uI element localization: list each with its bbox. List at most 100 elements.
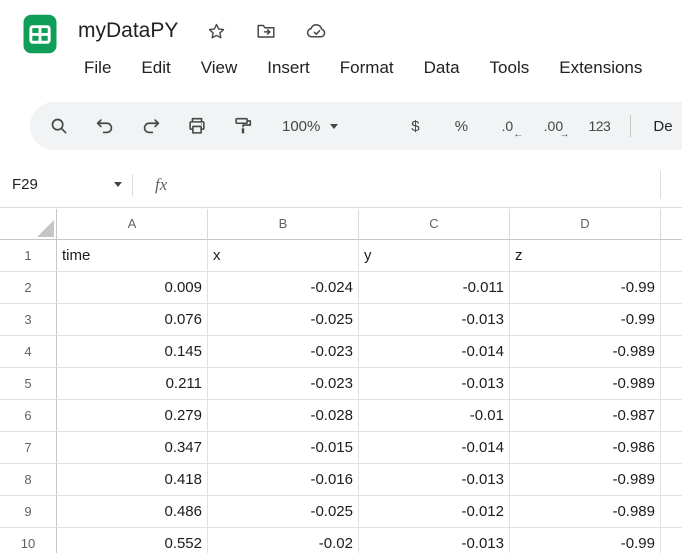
cell-E10[interactable] [661, 528, 682, 553]
cell-C2[interactable]: -0.011 [359, 272, 510, 304]
star-icon[interactable] [204, 19, 228, 43]
sheets-logo-glyph [18, 12, 62, 56]
cell-D3[interactable]: -0.99 [510, 304, 661, 336]
cell-A10[interactable]: 0.552 [57, 528, 208, 553]
cell-C4[interactable]: -0.014 [359, 336, 510, 368]
cell-D2[interactable]: -0.99 [510, 272, 661, 304]
menu-bar: FileEditViewInsertFormatDataToolsExtensi… [69, 52, 657, 84]
cell-B1[interactable]: x [208, 240, 359, 272]
select-all-corner[interactable] [0, 209, 57, 240]
cell-D9[interactable]: -0.989 [510, 496, 661, 528]
cell-A7[interactable]: 0.347 [57, 432, 208, 464]
menu-extensions[interactable]: Extensions [544, 52, 657, 84]
cell-C8[interactable]: -0.013 [359, 464, 510, 496]
percent-format-button[interactable]: % [444, 109, 478, 143]
cell-B6[interactable]: -0.028 [208, 400, 359, 432]
cell-B8[interactable]: -0.016 [208, 464, 359, 496]
column-header-d[interactable]: D [510, 209, 661, 240]
cell-B7[interactable]: -0.015 [208, 432, 359, 464]
menu-insert[interactable]: Insert [252, 52, 325, 84]
zoom-select[interactable]: 100% [272, 109, 348, 143]
row-header-9[interactable]: 9 [0, 496, 57, 528]
currency-format-button[interactable]: $ [398, 109, 432, 143]
cell-D5[interactable]: -0.989 [510, 368, 661, 400]
cell-B9[interactable]: -0.025 [208, 496, 359, 528]
move-to-folder-icon[interactable] [254, 19, 278, 43]
cell-A6[interactable]: 0.279 [57, 400, 208, 432]
cell-E1[interactable] [661, 240, 682, 272]
cell-D1[interactable]: z [510, 240, 661, 272]
cell-E8[interactable] [661, 464, 682, 496]
cell-D7[interactable]: -0.986 [510, 432, 661, 464]
menu-edit[interactable]: Edit [126, 52, 185, 84]
cell-D4[interactable]: -0.989 [510, 336, 661, 368]
menu-tools[interactable]: Tools [475, 52, 545, 84]
print-icon[interactable] [180, 109, 214, 143]
row-header-2[interactable]: 2 [0, 272, 57, 304]
search-icon[interactable] [42, 109, 76, 143]
cell-E2[interactable] [661, 272, 682, 304]
cell-A2[interactable]: 0.009 [57, 272, 208, 304]
formula-input[interactable] [167, 162, 682, 207]
cell-C3[interactable]: -0.013 [359, 304, 510, 336]
cell-B3[interactable]: -0.025 [208, 304, 359, 336]
cell-E9[interactable] [661, 496, 682, 528]
menu-data[interactable]: Data [409, 52, 475, 84]
cell-B4[interactable]: -0.023 [208, 336, 359, 368]
table-row-9: 90.486-0.025-0.012-0.989 [0, 496, 682, 528]
grid-body: 1timexyz20.009-0.024-0.011-0.9930.076-0.… [0, 240, 682, 553]
cell-C9[interactable]: -0.012 [359, 496, 510, 528]
cell-A5[interactable]: 0.211 [57, 368, 208, 400]
cell-E4[interactable] [661, 336, 682, 368]
font-family-select[interactable]: De [645, 118, 680, 135]
cell-E3[interactable] [661, 304, 682, 336]
column-header-c[interactable]: C [359, 209, 510, 240]
menu-file[interactable]: File [69, 52, 126, 84]
row-header-1[interactable]: 1 [0, 240, 57, 272]
sheets-logo-icon[interactable] [16, 10, 64, 58]
undo-icon[interactable] [88, 109, 122, 143]
cell-B10[interactable]: -0.02 [208, 528, 359, 553]
row-header-3[interactable]: 3 [0, 304, 57, 336]
cell-C10[interactable]: -0.013 [359, 528, 510, 553]
cell-A9[interactable]: 0.486 [57, 496, 208, 528]
decrease-decimal-button[interactable]: .0 ← [490, 109, 524, 143]
cell-D6[interactable]: -0.987 [510, 400, 661, 432]
increase-decimal-button[interactable]: .00 → [536, 109, 570, 143]
column-header-a[interactable]: A [57, 209, 208, 240]
row-header-5[interactable]: 5 [0, 368, 57, 400]
row-header-7[interactable]: 7 [0, 432, 57, 464]
cell-C1[interactable]: y [359, 240, 510, 272]
cell-C5[interactable]: -0.013 [359, 368, 510, 400]
cell-A3[interactable]: 0.076 [57, 304, 208, 336]
number-format-button[interactable]: 123 [582, 109, 616, 143]
row-header-4[interactable]: 4 [0, 336, 57, 368]
cell-B2[interactable]: -0.024 [208, 272, 359, 304]
cell-C6[interactable]: -0.01 [359, 400, 510, 432]
cell-C7[interactable]: -0.014 [359, 432, 510, 464]
formula-bar-divider [132, 174, 133, 196]
cell-E7[interactable] [661, 432, 682, 464]
cell-B5[interactable]: -0.023 [208, 368, 359, 400]
cloud-save-status-icon[interactable] [304, 19, 328, 43]
row-header-6[interactable]: 6 [0, 400, 57, 432]
redo-icon[interactable] [134, 109, 168, 143]
column-header-b[interactable]: B [208, 209, 359, 240]
cell-E5[interactable] [661, 368, 682, 400]
formula-bar: F29 fx [0, 162, 682, 208]
menu-format[interactable]: Format [325, 52, 409, 84]
cell-A1[interactable]: time [57, 240, 208, 272]
cell-D10[interactable]: -0.99 [510, 528, 661, 553]
column-header-e[interactable]: E [661, 209, 682, 240]
table-row-2: 20.009-0.024-0.011-0.99 [0, 272, 682, 304]
name-box[interactable]: F29 [0, 162, 132, 207]
row-header-8[interactable]: 8 [0, 464, 57, 496]
cell-E6[interactable] [661, 400, 682, 432]
paint-format-icon[interactable] [226, 109, 260, 143]
cell-D8[interactable]: -0.989 [510, 464, 661, 496]
menu-view[interactable]: View [186, 52, 253, 84]
document-title[interactable]: myDataPY [78, 19, 178, 43]
cell-A4[interactable]: 0.145 [57, 336, 208, 368]
cell-A8[interactable]: 0.418 [57, 464, 208, 496]
row-header-10[interactable]: 10 [0, 528, 57, 553]
